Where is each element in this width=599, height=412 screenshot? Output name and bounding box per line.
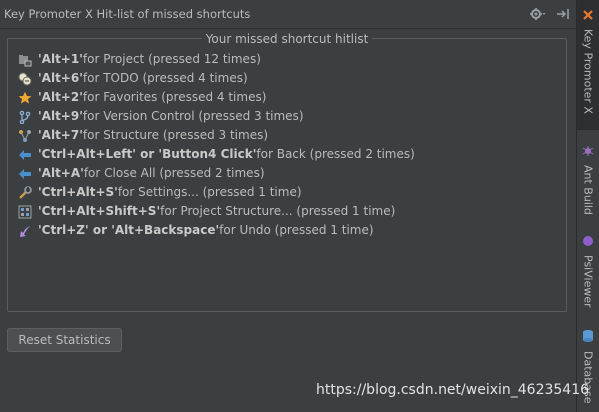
arrow-left-icon (18, 148, 32, 162)
project-structure-icon (18, 205, 32, 219)
watermark: https://blog.csdn.net/weixin_46235416 (316, 382, 590, 398)
version-control-icon (18, 110, 32, 124)
tab-ant-build[interactable]: Ant Build (577, 142, 599, 220)
list-item[interactable]: 'Ctrl+Alt+S' for Settings... (pressed 1 … (18, 183, 415, 202)
hitlist-items: 'Alt+1' for Project (pressed 12 times) '… (18, 50, 415, 240)
reset-statistics-button[interactable]: Reset Statistics (7, 328, 122, 352)
list-item[interactable]: 'Alt+6' for TODO (pressed 4 times) (18, 69, 415, 88)
todo-icon (18, 72, 32, 86)
tab-key-promoter-x[interactable]: Key Promoter X (577, 0, 599, 130)
header-actions (530, 6, 570, 25)
project-icon (18, 53, 32, 67)
list-item[interactable]: 'Alt+2' for Favorites (pressed 4 times) (18, 88, 415, 107)
list-item[interactable]: 'Alt+A' for Close All (pressed 2 times) (18, 164, 415, 183)
wrench-icon (18, 185, 32, 200)
hitlist-title: Your missed shortcut hitlist (8, 32, 566, 46)
list-item[interactable]: 'Ctrl+Alt+Left' or 'Button4 Click' for B… (18, 145, 415, 164)
list-item[interactable]: 'Alt+1' for Project (pressed 12 times) (18, 50, 415, 69)
tab-psiviewer[interactable]: PsiViewer (577, 232, 599, 310)
hide-panel-icon[interactable] (556, 6, 570, 25)
gear-icon[interactable] (530, 6, 546, 25)
psi-icon (582, 232, 594, 251)
list-item[interactable]: 'Ctrl+Z' or 'Alt+Backspace' for Undo (pr… (18, 221, 415, 240)
key-promoter-icon (582, 6, 594, 25)
tab-database[interactable]: Database (577, 328, 599, 412)
database-icon (582, 328, 594, 347)
missed-shortcut-hitlist: Your missed shortcut hitlist 'Alt+1' for… (7, 32, 567, 312)
arrow-left-icon (18, 167, 32, 181)
structure-icon (18, 129, 32, 143)
tool-window-header: Key Promoter X Hit-list of missed shortc… (0, 0, 576, 28)
list-item[interactable]: 'Alt+9' for Version Control (pressed 3 t… (18, 107, 415, 126)
list-item[interactable]: 'Alt+7' for Structure (pressed 3 times) (18, 126, 415, 145)
header-divider (0, 28, 576, 29)
list-item[interactable]: 'Ctrl+Alt+Shift+S' for Project Structure… (18, 202, 415, 221)
star-icon (18, 91, 32, 105)
ant-icon (582, 142, 594, 161)
tool-window-title: Key Promoter X Hit-list of missed shortc… (4, 7, 251, 21)
right-tool-window-strip: Key Promoter X Ant Build PsiViewer Datab… (576, 0, 599, 412)
undo-icon (18, 224, 32, 238)
